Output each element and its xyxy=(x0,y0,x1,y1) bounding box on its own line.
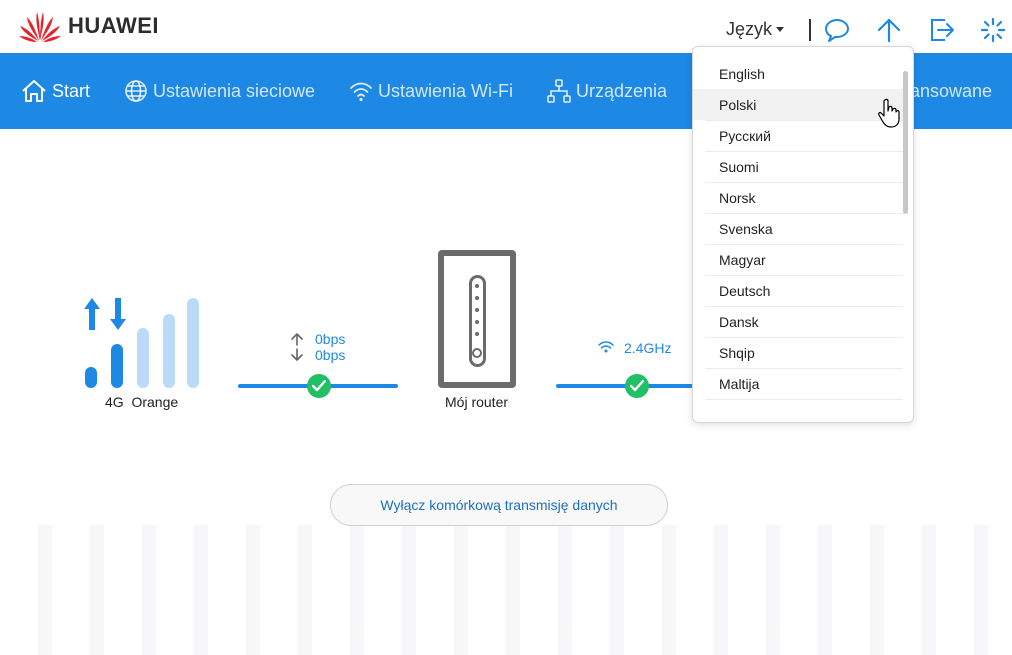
caret-down-icon xyxy=(776,27,785,32)
header-divider xyxy=(809,19,811,41)
wifi-status-check-icon xyxy=(625,374,649,398)
loading-icon xyxy=(980,17,1006,43)
nav-start[interactable]: Start xyxy=(20,53,90,129)
nav-advanced-label: ansowane xyxy=(910,80,993,101)
wifi-small-icon xyxy=(598,341,614,353)
nav-network-label: Ustawienia sieciowe xyxy=(153,80,316,101)
chat-icon[interactable] xyxy=(824,17,850,43)
router-led-strip xyxy=(469,275,486,367)
upload-rate: 0bps xyxy=(315,331,346,347)
signal-strength-indicator xyxy=(84,298,204,388)
language-option[interactable]: Maltija xyxy=(693,368,905,399)
language-selector[interactable]: Język xyxy=(726,19,785,40)
language-option[interactable]: Svenska xyxy=(693,213,905,244)
nav-wifi-settings[interactable]: Ustawienia Wi-Fi xyxy=(348,53,513,129)
nav-devices-label: Urządzenia xyxy=(576,80,668,101)
nav-wifi-label: Ustawienia Wi-Fi xyxy=(378,80,514,101)
language-label: Język xyxy=(726,19,773,39)
disable-mobile-data-button[interactable]: Wyłącz komórkową transmisję danych xyxy=(330,484,668,526)
hand-cursor-icon xyxy=(878,98,900,128)
huawei-flower-icon xyxy=(19,12,61,42)
nav-advanced[interactable]: ansowane xyxy=(910,53,992,129)
download-rate: 0bps xyxy=(315,347,346,363)
language-option[interactable]: Dansk xyxy=(693,306,905,337)
up-down-arrows-icon xyxy=(84,298,126,330)
signal-bar-5 xyxy=(187,298,199,388)
router-label: Mój router xyxy=(445,394,509,410)
wan-status-check-icon xyxy=(307,374,331,398)
language-option[interactable]: Deutsch xyxy=(693,275,905,306)
logout-icon[interactable] xyxy=(929,17,955,43)
devices-icon xyxy=(547,79,571,103)
nav-start-label: Start xyxy=(52,80,91,101)
background-decoration xyxy=(0,525,1012,655)
upload-icon[interactable] xyxy=(876,17,902,43)
router-icon[interactable] xyxy=(438,250,516,388)
signal-bar-1 xyxy=(85,367,97,388)
signal-bar-2 xyxy=(111,344,123,388)
signal-bar-3 xyxy=(137,328,149,388)
network-type: 4G xyxy=(105,394,124,410)
nav-devices[interactable]: Urządzenia xyxy=(546,53,667,129)
dropdown-scrollbar[interactable] xyxy=(903,71,908,214)
language-option[interactable]: Русский xyxy=(693,120,905,151)
language-option[interactable]: Suomi xyxy=(693,151,905,182)
home-icon xyxy=(22,80,46,102)
globe-icon xyxy=(125,80,147,102)
wifi-band: 2.4GHz xyxy=(624,340,672,356)
nav-network-settings[interactable]: Ustawienia sieciowe xyxy=(123,53,315,129)
router-admin-page: HUAWEI Język Start Ustawienia sieciowe U… xyxy=(0,0,1012,655)
huawei-logo[interactable]: HUAWEI xyxy=(18,9,159,43)
language-option[interactable]: English xyxy=(693,58,905,89)
network-info: 4G Orange xyxy=(105,394,178,410)
language-option[interactable]: Magyar xyxy=(693,244,905,275)
operator-name: Orange xyxy=(131,394,179,410)
download-arrow-icon xyxy=(291,348,303,361)
language-option-hovered[interactable]: Polski xyxy=(693,89,905,120)
wifi-icon xyxy=(350,82,372,102)
upload-arrow-icon xyxy=(291,333,303,346)
language-option[interactable]: Shqip xyxy=(693,337,905,368)
logo-text: HUAWEI xyxy=(68,13,159,38)
signal-bar-4 xyxy=(163,314,175,388)
language-option[interactable]: Norsk xyxy=(693,182,905,213)
